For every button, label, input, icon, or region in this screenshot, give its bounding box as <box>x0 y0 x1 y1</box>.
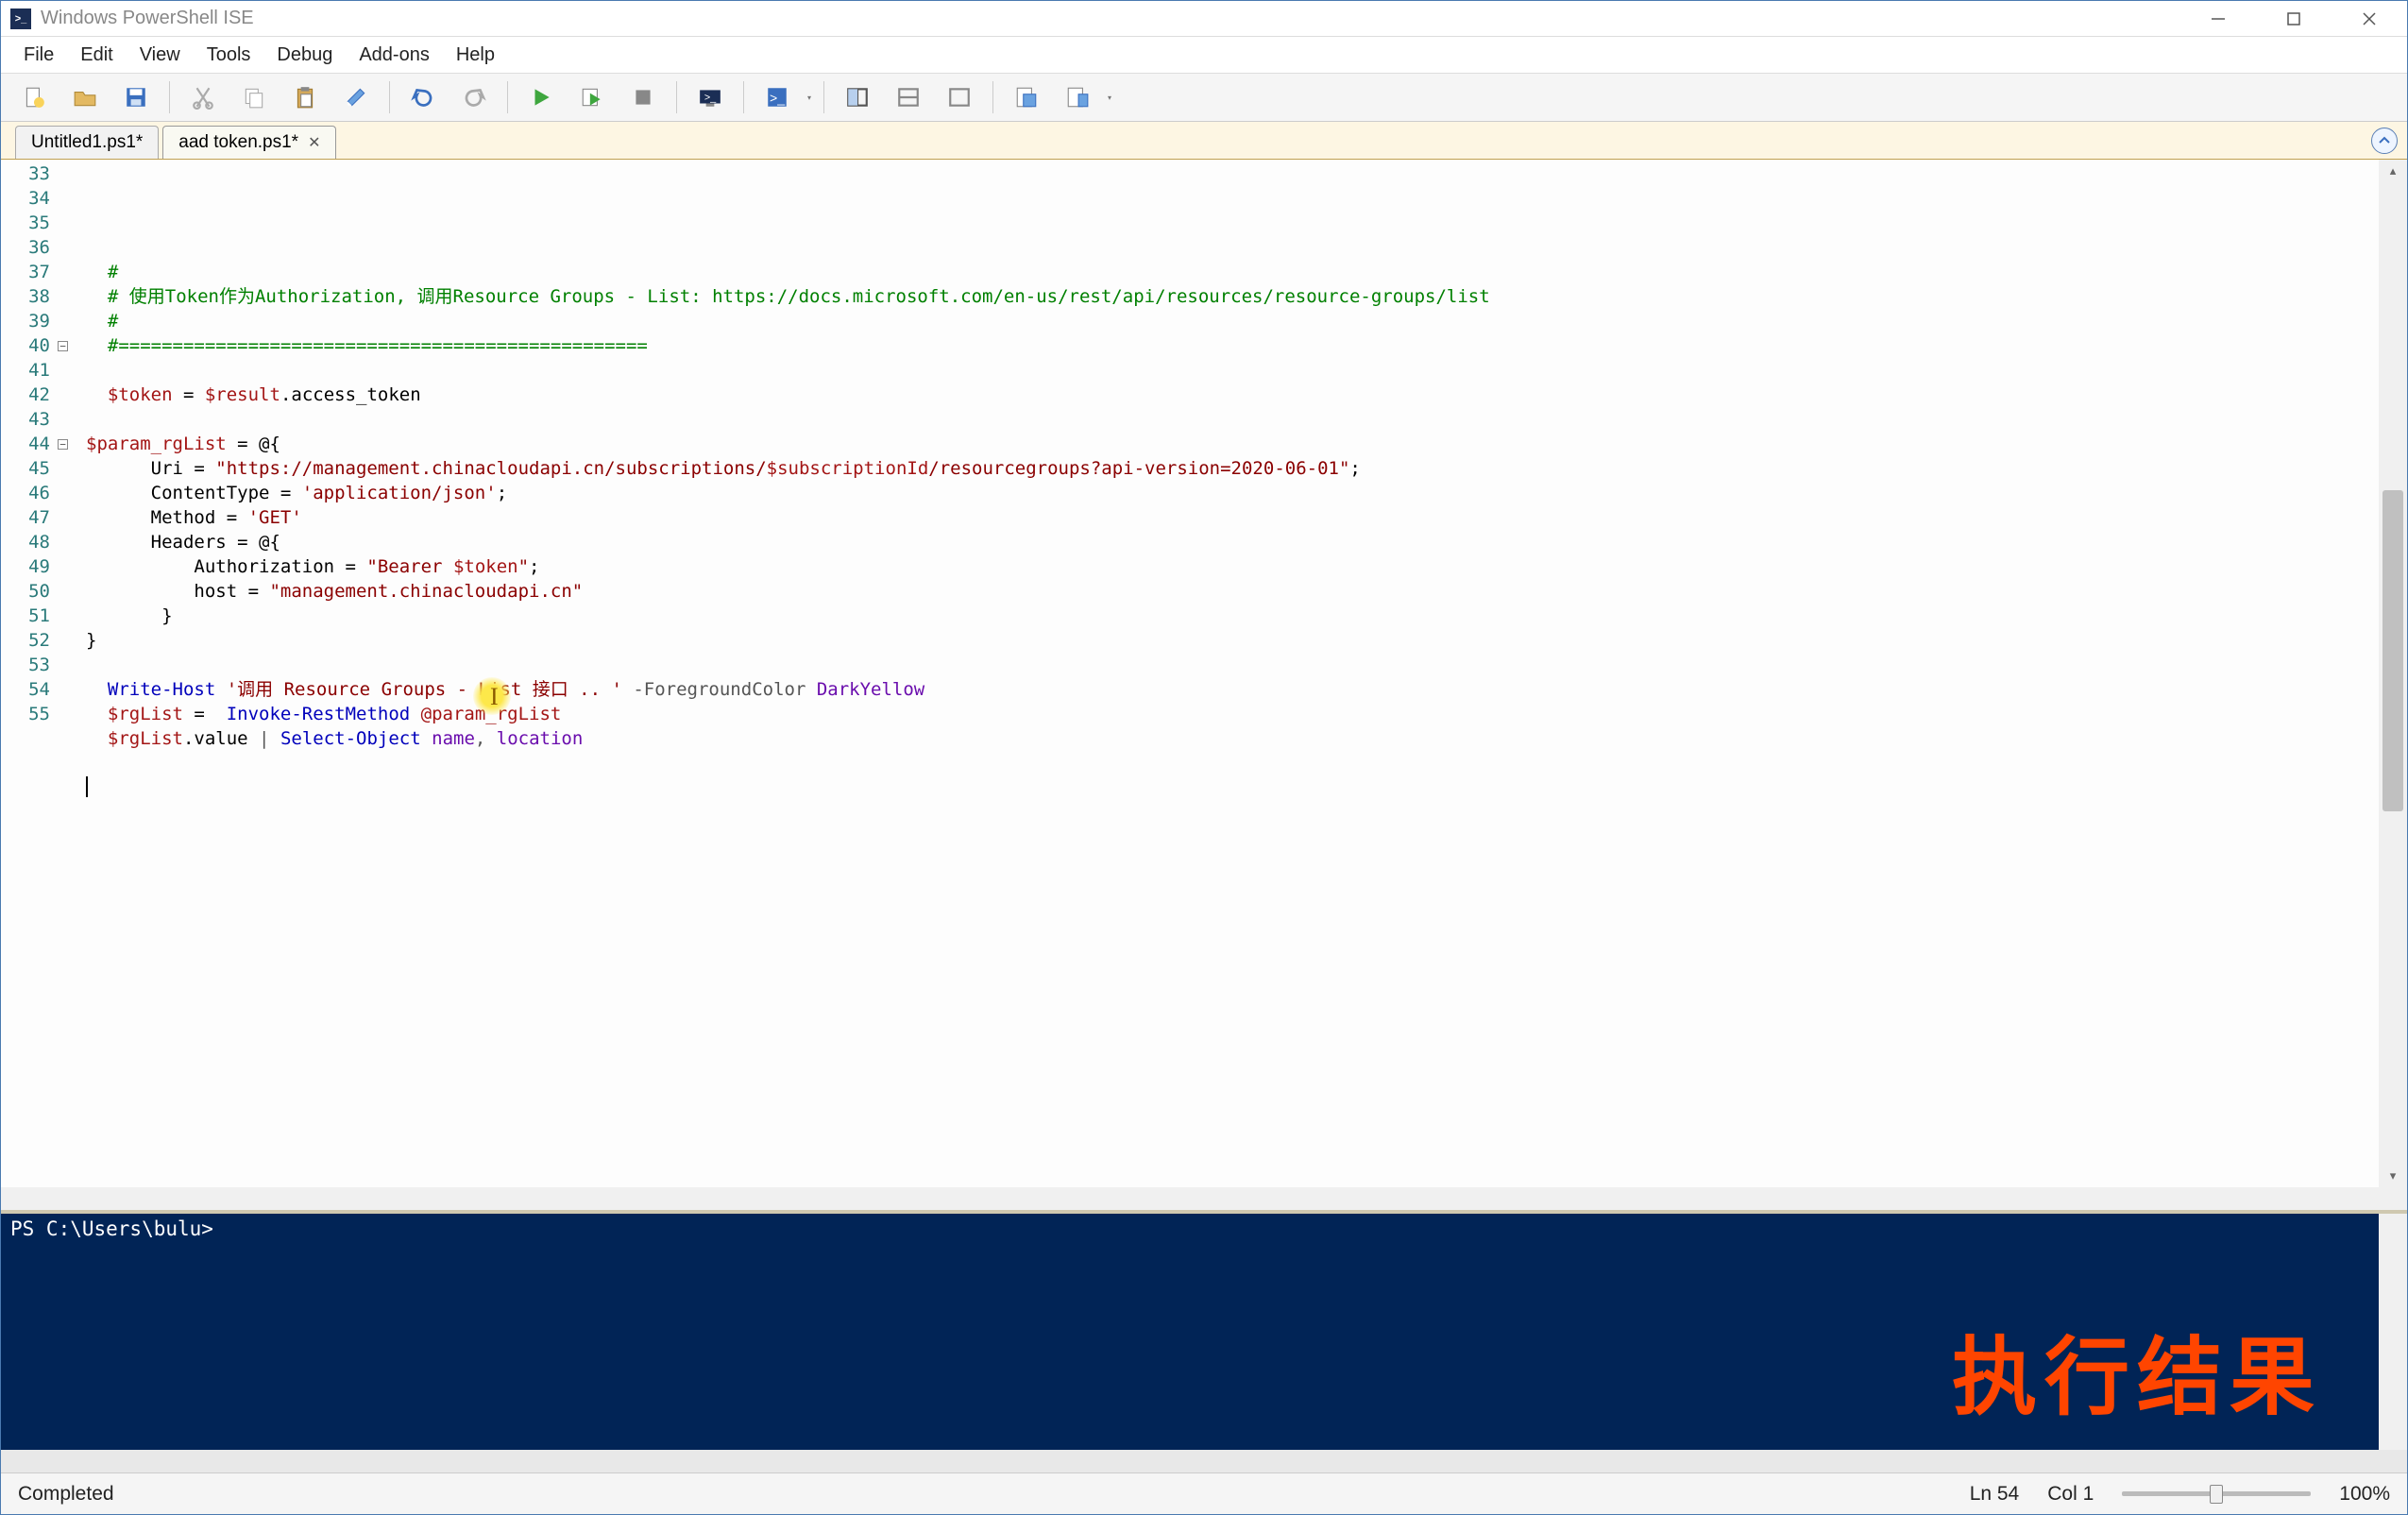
toolbar-sep-3 <box>507 81 508 113</box>
editor-pane[interactable]: 3334353637383940414243444546474849505152… <box>1 160 2407 1187</box>
status-col: Col 1 <box>2047 1483 2094 1506</box>
save-button[interactable] <box>112 78 160 116</box>
layout-top-button[interactable] <box>885 78 932 116</box>
fold-toggle[interactable]: − <box>58 341 68 351</box>
console-horizontal-scrollbar[interactable] <box>1 1450 2407 1472</box>
console-vertical-scrollbar[interactable] <box>2379 1214 2407 1450</box>
status-left: Completed <box>18 1483 114 1506</box>
toolbar-sep-4 <box>676 81 677 113</box>
horizontal-scrollbar[interactable] <box>1 1187 2407 1210</box>
console-pane[interactable]: PS C:\Users\bulu> 执行结果 <box>1 1214 2407 1450</box>
open-button[interactable] <box>61 78 109 116</box>
toolbar: >_ >_ ▾ ▾ <box>1 73 2407 122</box>
close-button[interactable] <box>2350 5 2388 33</box>
toolbar-sep-5 <box>743 81 744 113</box>
zoom-slider[interactable] <box>2122 1491 2311 1496</box>
statusbar: Completed Ln 54 Col 1 100% <box>1 1472 2407 1514</box>
cut-button[interactable] <box>179 78 227 116</box>
scroll-thumb[interactable] <box>2383 490 2403 811</box>
toolbar-sep-1 <box>169 81 170 113</box>
status-right: Ln 54 Col 1 100% <box>1970 1483 2390 1506</box>
titlebar: >_ Windows PowerShell ISE <box>1 1 2407 37</box>
overlay-label: 执行结果 <box>1952 1308 2322 1431</box>
file-tab-2-label: aad token.ps1* <box>178 132 298 153</box>
menu-tools[interactable]: Tools <box>194 39 264 72</box>
fold-gutter[interactable]: − − <box>58 160 86 1187</box>
line-gutter: 3334353637383940414243444546474849505152… <box>1 160 58 1187</box>
menu-help[interactable]: Help <box>443 39 508 72</box>
menu-file[interactable]: File <box>10 39 67 72</box>
minimize-button[interactable] <box>2199 5 2237 33</box>
file-tab-1-label: Untitled1.ps1* <box>31 132 143 153</box>
show-command-button[interactable] <box>1003 78 1050 116</box>
console-prompt: PS C:\Users\bulu> <box>10 1217 2398 1240</box>
paste-button[interactable] <box>281 78 329 116</box>
layout-side-button[interactable] <box>834 78 881 116</box>
copy-button[interactable] <box>230 78 278 116</box>
addons-dropdown[interactable]: ▾ <box>1105 94 1114 102</box>
redo-button[interactable] <box>450 78 498 116</box>
window-title: Windows PowerShell ISE <box>41 8 2199 29</box>
status-line: Ln 54 <box>1970 1483 2020 1506</box>
svg-text:>_: >_ <box>704 92 717 103</box>
vertical-scrollbar[interactable]: ▴ ▾ <box>2379 160 2407 1187</box>
layout-script-button[interactable] <box>936 78 983 116</box>
undo-button[interactable] <box>399 78 447 116</box>
code-area[interactable]: I # # 使用Token作为Authorization, 调用Resource… <box>86 160 2407 1187</box>
run-button[interactable] <box>517 78 565 116</box>
file-tab-row: Untitled1.ps1* aad token.ps1* ✕ <box>1 122 2407 160</box>
clear-button[interactable] <box>332 78 380 116</box>
zoom-thumb[interactable] <box>2210 1485 2223 1504</box>
scroll-down-arrow[interactable]: ▾ <box>2379 1165 2407 1187</box>
powershell-icon: >_ <box>10 9 31 29</box>
scroll-up-arrow[interactable]: ▴ <box>2379 160 2407 182</box>
expand-script-button[interactable] <box>2371 128 2398 154</box>
menu-addons[interactable]: Add-ons <box>346 39 443 72</box>
toolbar-sep-2 <box>389 81 390 113</box>
new-button[interactable] <box>10 78 58 116</box>
svg-text:>_: >_ <box>770 90 785 105</box>
run-selection-button[interactable] <box>568 78 616 116</box>
show-addons-button[interactable] <box>1054 78 1101 116</box>
menu-edit[interactable]: Edit <box>67 39 126 72</box>
file-tab-1[interactable]: Untitled1.ps1* <box>15 126 159 159</box>
status-zoom: 100% <box>2339 1483 2390 1506</box>
menu-view[interactable]: View <box>127 39 194 72</box>
menu-debug[interactable]: Debug <box>263 39 346 72</box>
toolbar-sep-7 <box>992 81 993 113</box>
powershell-button[interactable]: >_ <box>754 78 801 116</box>
file-tab-2[interactable]: aad token.ps1* ✕ <box>162 126 336 159</box>
stop-button[interactable] <box>619 78 667 116</box>
ps-dropdown[interactable]: ▾ <box>805 94 814 102</box>
menubar: File Edit View Tools Debug Add-ons Help <box>1 37 2407 73</box>
window-buttons <box>2199 5 2388 33</box>
toolbar-sep-6 <box>823 81 824 113</box>
close-icon[interactable]: ✕ <box>308 133 320 152</box>
text-cursor-icon: I <box>490 685 499 709</box>
fold-toggle[interactable]: − <box>58 439 68 450</box>
text-cursor <box>86 776 88 797</box>
remote-button[interactable]: >_ <box>687 78 734 116</box>
maximize-button[interactable] <box>2275 5 2313 33</box>
